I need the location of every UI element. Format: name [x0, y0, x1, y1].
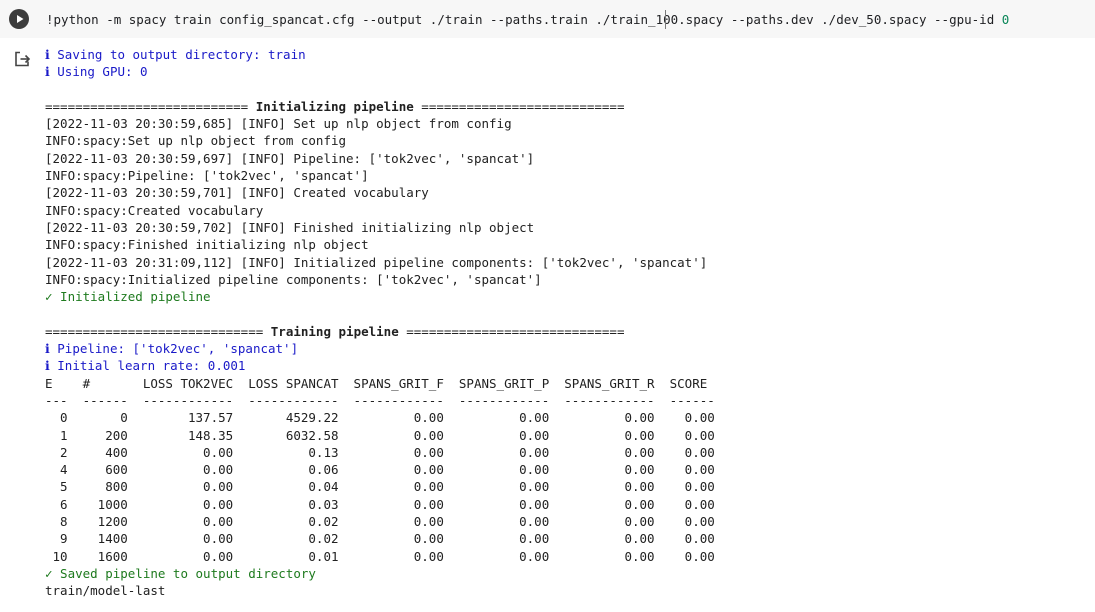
log-line: INFO:spacy:Set up nlp object from config — [45, 133, 347, 149]
log-line: [2022-11-03 20:30:59,697] [INFO] Pipelin… — [45, 150, 535, 166]
log-line: [2022-11-03 20:30:59,701] [INFO] Created… — [45, 185, 429, 201]
code-cell-input[interactable]: !python -m spacy train config_spancat.cf… — [0, 0, 1095, 38]
saving-message: ℹ Saving to output directory: train — [45, 47, 306, 62]
run-cell-button[interactable] — [9, 9, 29, 29]
table-row: 9 1400 0.00 0.02 0.00 0.00 0.00 0.00 — [45, 531, 715, 547]
log-line: INFO:spacy:Finished initializing nlp obj… — [45, 237, 369, 253]
text-cursor — [665, 10, 666, 29]
model-path: train/model-last — [45, 583, 166, 599]
table-row: 8 1200 0.00 0.02 0.00 0.00 0.00 0.00 — [45, 514, 715, 530]
table-row: 5 800 0.00 0.04 0.00 0.00 0.00 0.00 — [45, 479, 715, 495]
play-icon — [17, 15, 24, 23]
log-line: [2022-11-03 20:30:59,685] [INFO] Set up … — [45, 116, 512, 132]
table-row: 0 0 137.57 4529.22 0.00 0.00 0.00 0.00 — [45, 410, 715, 426]
output-arrow-icon[interactable] — [13, 50, 31, 68]
table-separator: --- ------ ------------ ------------ ---… — [45, 392, 715, 408]
log-line: [2022-11-03 20:30:59,702] [INFO] Finishe… — [45, 219, 535, 235]
init-done-message: ✓ Initialized pipeline — [45, 289, 211, 305]
init-header: =========================== Initializing… — [45, 98, 625, 114]
gpu-message: ℹ Using GPU: 0 — [45, 64, 148, 80]
table-row: 2 400 0.00 0.13 0.00 0.00 0.00 0.00 — [45, 444, 715, 460]
command-gpu-id: 0 — [1001, 12, 1010, 27]
code-editor[interactable]: !python -m spacy train config_spancat.cf… — [46, 11, 1009, 28]
saved-message: ✓ Saved pipeline to output directory — [45, 565, 316, 581]
command-text: !python -m spacy train config_spancat.cf… — [46, 12, 1002, 27]
table-row: 6 1000 0.00 0.03 0.00 0.00 0.00 0.00 — [45, 496, 715, 512]
table-row: 10 1600 0.00 0.01 0.00 0.00 0.00 0.00 — [45, 548, 715, 564]
pipeline-message: ℹ Pipeline: ['tok2vec', 'spancat'] — [45, 341, 299, 357]
log-line: INFO:spacy:Pipeline: ['tok2vec', 'spanca… — [45, 168, 369, 184]
train-header: ============================= Training p… — [45, 323, 625, 339]
cell-output: ℹ Saving to output directory: train ℹ Us… — [45, 46, 715, 600]
log-line: INFO:spacy:Created vocabulary — [45, 202, 264, 218]
table-row: 1 200 148.35 6032.58 0.00 0.00 0.00 0.00 — [45, 427, 715, 443]
table-row: 4 600 0.00 0.06 0.00 0.00 0.00 0.00 — [45, 462, 715, 478]
log-line: INFO:spacy:Initialized pipeline componen… — [45, 271, 542, 287]
table-header: E # LOSS TOK2VEC LOSS SPANCAT SPANS_GRIT… — [45, 375, 715, 391]
train-header-title: Training pipeline — [270, 323, 399, 339]
log-line: [2022-11-03 20:31:09,112] [INFO] Initial… — [45, 254, 708, 270]
init-header-title: Initializing pipeline — [255, 98, 414, 114]
learn-rate-message: ℹ Initial learn rate: 0.001 — [45, 358, 246, 374]
